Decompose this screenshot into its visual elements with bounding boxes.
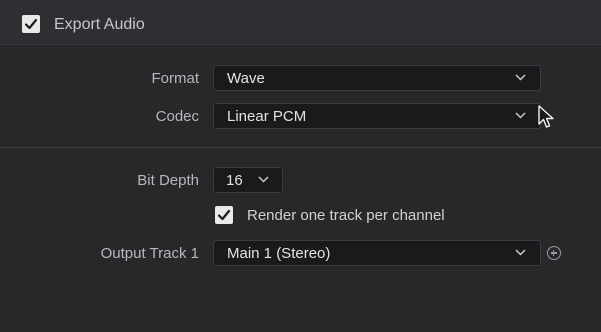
mouse-pointer-icon (538, 105, 554, 128)
codec-select[interactable]: Linear PCM (213, 103, 541, 129)
bit-depth-select[interactable]: 16 (213, 167, 283, 193)
output-track-value: Main 1 (Stereo) (227, 245, 331, 262)
chevron-down-icon (258, 176, 269, 183)
codec-value: Linear PCM (227, 108, 307, 125)
output-track-label: Output Track 1 (100, 245, 199, 262)
render-one-track-checkbox[interactable] (215, 206, 233, 224)
chevron-down-icon (515, 74, 526, 81)
chevron-down-icon (515, 112, 526, 119)
format-select[interactable]: Wave (213, 65, 541, 91)
checkmark-icon (24, 18, 38, 30)
export-audio-checkbox[interactable] (22, 15, 40, 33)
bit-depth-value: 16 (226, 172, 243, 189)
checkmark-icon (217, 209, 231, 221)
render-one-track-label[interactable]: Render one track per channel (247, 207, 445, 224)
export-audio-header: Export Audio (0, 0, 601, 45)
output-track-select[interactable]: Main 1 (Stereo) (213, 240, 541, 266)
section-divider (0, 147, 601, 148)
add-output-track-icon[interactable] (547, 246, 561, 260)
export-audio-panel: Export Audio Format Wave Codec Linear PC… (0, 0, 601, 332)
codec-label: Codec (155, 108, 199, 125)
export-audio-title: Export Audio (54, 16, 145, 33)
chevron-down-icon (515, 249, 526, 256)
bit-depth-label: Bit Depth (137, 172, 199, 189)
format-label: Format (151, 70, 199, 87)
format-value: Wave (227, 70, 265, 87)
